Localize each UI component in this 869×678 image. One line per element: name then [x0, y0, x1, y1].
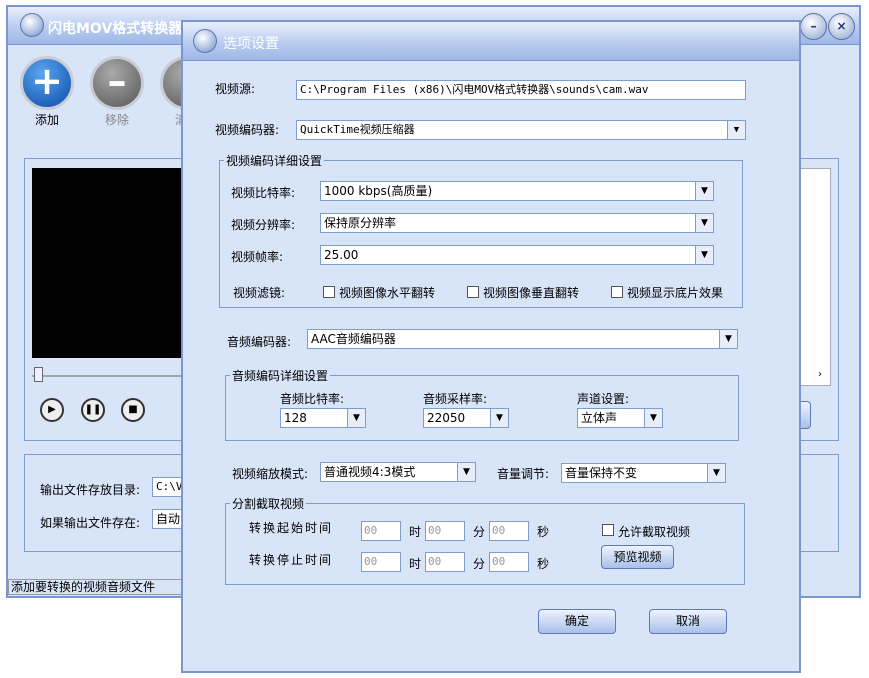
- dialog-title: 选项设置: [223, 36, 279, 52]
- add-icon[interactable]: +: [20, 56, 74, 110]
- framerate-value: 25.00: [324, 248, 359, 262]
- options-dialog: 选项设置 视频源: C:\Program Files (x86)\闪电MOV格式…: [181, 20, 801, 673]
- samplerate-select[interactable]: 22050 ▼: [423, 408, 509, 428]
- add-label: 添加: [35, 113, 60, 127]
- output-dir-label: 输出文件存放目录:: [40, 483, 141, 497]
- hflip-checkbox[interactable]: [323, 286, 335, 298]
- dialog-icon: [193, 29, 217, 53]
- play-button[interactable]: ▶: [40, 398, 64, 422]
- audio-bitrate-label: 音频比特率:: [280, 392, 345, 406]
- vflip-label: 视频图像垂直翻转: [483, 286, 580, 300]
- resolution-value: 保持原分辨率: [324, 216, 397, 230]
- hflip-label: 视频图像水平翻转: [339, 286, 436, 300]
- stop-minute-field[interactable]: 00: [425, 552, 465, 572]
- audio-encoder-label: 音频编码器:: [227, 335, 292, 349]
- video-encoder-value: QuickTime视频压缩器: [300, 123, 415, 136]
- scale-label: 视频缩放模式:: [232, 467, 309, 481]
- chevron-down-icon: ▼: [719, 330, 737, 348]
- chevron-down-icon: ▼: [695, 246, 713, 264]
- start-time-label: 转换起始时间: [249, 521, 334, 535]
- allow-clip-label: 允许截取视频: [618, 525, 691, 539]
- ok-button[interactable]: 确定: [538, 609, 616, 634]
- pause-button[interactable]: ❚❚: [81, 398, 105, 422]
- filter-label: 视频滤镜:: [233, 286, 286, 300]
- remove-icon[interactable]: –: [90, 56, 144, 110]
- scale-select[interactable]: 普通视频4:3模式 ▼: [320, 462, 476, 482]
- dialog-title-bar: 选项设置: [183, 22, 799, 61]
- start-second-field[interactable]: 00: [489, 521, 529, 541]
- bitrate-value: 1000 kbps(高质量): [324, 184, 433, 198]
- negative-label: 视频显示底片效果: [627, 286, 724, 300]
- audio-bitrate-select[interactable]: 128 ▼: [280, 408, 366, 428]
- chevron-down-icon: ▼: [347, 409, 365, 427]
- unit-minute: 分: [473, 557, 486, 571]
- samplerate-value: 22050: [427, 411, 466, 425]
- main-title: 闪电MOV格式转换器: [48, 21, 183, 37]
- chevron-down-icon: ▼: [695, 214, 713, 232]
- status-bar: 添加要转换的视频音频文件: [8, 579, 186, 595]
- audio-bitrate-value: 128: [284, 411, 307, 425]
- resolution-label: 视频分辨率:: [231, 218, 296, 232]
- chevron-down-icon: ▼: [457, 463, 475, 481]
- stop-hour-field[interactable]: 00: [361, 552, 401, 572]
- seek-handle[interactable]: [34, 367, 43, 382]
- audio-encoder-select[interactable]: AAC音频编码器 ▼: [307, 329, 738, 349]
- negative-checkbox[interactable]: [611, 286, 623, 298]
- channel-value: 立体声: [581, 411, 618, 425]
- chevron-down-icon: ▼: [695, 182, 713, 200]
- channel-select[interactable]: 立体声 ▼: [577, 408, 663, 428]
- audio-encoder-value: AAC音频编码器: [311, 332, 396, 346]
- audio-group-title: 音频编码详细设置: [230, 367, 331, 384]
- preview-button[interactable]: 预览视频: [601, 545, 674, 569]
- unit-second: 秒: [537, 525, 550, 539]
- start-hour-field[interactable]: 00: [361, 521, 401, 541]
- video-source-label: 视频源:: [215, 82, 256, 96]
- volume-select[interactable]: 音量保持不变 ▼: [561, 463, 726, 483]
- unit-second: 秒: [537, 557, 550, 571]
- framerate-select[interactable]: 25.00 ▼: [320, 245, 714, 265]
- seek-slider[interactable]: [32, 375, 192, 377]
- video-source-field[interactable]: C:\Program Files (x86)\闪电MOV格式转换器\sounds…: [296, 80, 746, 100]
- stop-second-field[interactable]: 00: [489, 552, 529, 572]
- chevron-down-icon: ▼: [490, 409, 508, 427]
- channel-label: 声道设置:: [577, 392, 630, 406]
- remove-label: 移除: [105, 113, 130, 127]
- framerate-label: 视频帧率:: [231, 250, 284, 264]
- stop-button[interactable]: ■: [121, 398, 145, 422]
- chevron-down-icon: ▼: [707, 464, 725, 482]
- stop-time-label: 转换停止时间: [249, 553, 334, 567]
- close-button[interactable]: ×: [828, 13, 855, 40]
- unit-minute: 分: [473, 525, 486, 539]
- scroll-right-icon[interactable]: ›: [818, 369, 822, 380]
- start-minute-field[interactable]: 00: [425, 521, 465, 541]
- chevron-down-icon: ▼: [644, 409, 662, 427]
- split-group-title: 分割截取视频: [230, 495, 307, 512]
- exists-label: 如果输出文件存在:: [40, 516, 141, 530]
- video-group-title: 视频编码详细设置: [224, 152, 325, 169]
- bitrate-label: 视频比特率:: [231, 186, 296, 200]
- scale-value: 普通视频4:3模式: [324, 465, 416, 479]
- chevron-down-icon: ▼: [727, 121, 745, 139]
- samplerate-label: 音频采样率:: [423, 392, 488, 406]
- video-encoder-label: 视频编码器:: [215, 123, 280, 137]
- volume-value: 音量保持不变: [565, 466, 638, 480]
- bitrate-select[interactable]: 1000 kbps(高质量) ▼: [320, 181, 714, 201]
- resolution-select[interactable]: 保持原分辨率 ▼: [320, 213, 714, 233]
- unit-hour: 时: [409, 525, 422, 539]
- app-icon: [20, 13, 44, 37]
- video-encoder-select[interactable]: QuickTime视频压缩器 ▼: [296, 120, 746, 140]
- unit-hour: 时: [409, 557, 422, 571]
- split-group: 分割截取视频: [225, 495, 745, 585]
- allow-clip-checkbox[interactable]: [602, 524, 614, 536]
- minimize-button[interactable]: –: [800, 13, 827, 40]
- cancel-button[interactable]: 取消: [649, 609, 727, 634]
- volume-label: 音量调节:: [497, 467, 550, 481]
- vflip-checkbox[interactable]: [467, 286, 479, 298]
- video-preview: [32, 168, 192, 358]
